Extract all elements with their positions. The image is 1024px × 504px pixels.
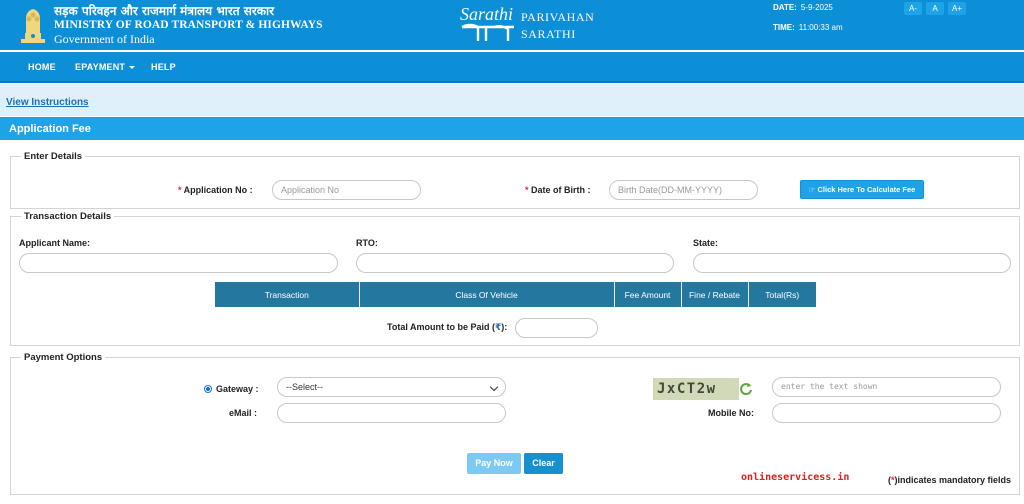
state-label: State:	[693, 238, 719, 248]
payment-options-fieldset: Payment Options Gateway : --Select-- JxC…	[10, 352, 1020, 495]
view-instructions-link[interactable]: View Instructions	[6, 97, 89, 108]
applicant-name-label: Applicant Name:	[19, 238, 91, 248]
pay-now-button[interactable]: Pay Now	[467, 453, 521, 474]
sarathi-logo-text: Sarathi	[460, 4, 513, 24]
gateway-label: Gateway :	[216, 384, 259, 394]
nav-home[interactable]: HOME	[28, 62, 56, 72]
transaction-details-fieldset: Transaction Details Applicant Name: RTO:…	[10, 211, 1020, 346]
state-emblem-icon	[21, 9, 45, 43]
portal-name-line1: PARIVAHAN	[521, 10, 595, 24]
clear-button[interactable]: Clear	[524, 453, 563, 474]
column-header-transaction: Transaction	[215, 282, 360, 307]
date-label: DATE:	[773, 3, 797, 12]
captcha-input[interactable]: enter the text shown	[772, 377, 1001, 397]
column-header-total: Total(Rs)	[748, 282, 816, 307]
mobile-label: Mobile No:	[708, 408, 754, 418]
instructions-bar: View Instructions	[0, 84, 1024, 116]
enter-details-fieldset: Enter Details * Application No : Applica…	[10, 151, 1020, 209]
hand-pointer-icon: ☞	[808, 185, 816, 194]
font-normal-button[interactable]: A	[926, 2, 944, 15]
gateway-selected-value: --Select--	[286, 382, 324, 392]
rto-field	[356, 253, 674, 273]
time-label: TIME:	[773, 23, 795, 32]
application-no-label: * Application No :	[178, 185, 253, 195]
page-title: Application Fee	[0, 117, 1024, 140]
nav-epayment-label: EPAYMENT	[75, 62, 126, 72]
main-nav: HOME EPAYMENT HELP	[0, 52, 1024, 83]
dob-label: * Date of Birth :	[525, 185, 591, 195]
date-value: 5-9-2025	[800, 3, 833, 12]
total-amount-field	[515, 318, 598, 338]
gateway-select[interactable]: --Select--	[277, 377, 506, 397]
refresh-captcha-icon[interactable]	[739, 382, 753, 396]
email-label: eMail :	[229, 408, 258, 418]
font-decrease-button[interactable]: A-	[904, 2, 922, 15]
dob-input[interactable]: Birth Date(DD-MM-YYYY)	[609, 180, 758, 200]
rto-label: RTO:	[356, 238, 378, 248]
total-amount-label: Total Amount to be Paid (₹):	[387, 322, 508, 332]
application-no-input[interactable]: Application No	[272, 180, 421, 200]
date-time-display: DATE: 5-9-2025 TIME: 11:00:33 am	[773, 3, 843, 33]
state-field	[693, 253, 1011, 273]
government-of-india: Government of India	[54, 32, 155, 46]
mandatory-note: (*)indicates mandatory fields	[888, 475, 1012, 485]
gateway-radio[interactable]	[204, 385, 212, 393]
email-input[interactable]	[277, 403, 506, 423]
font-size-controls: A- A A+	[904, 2, 966, 15]
portal-name-line2: SARATHI	[521, 27, 576, 41]
chevron-down-icon	[129, 66, 136, 70]
ministry-name-english: MINISTRY OF ROAD TRANSPORT & HIGHWAYS	[54, 19, 323, 31]
column-header-fine-rebate: Fine / Rebate	[681, 282, 749, 307]
font-increase-button[interactable]: A+	[948, 2, 966, 15]
payment-options-legend: Payment Options	[21, 352, 106, 363]
nav-help[interactable]: HELP	[151, 62, 176, 72]
table-header-row: Transaction Class Of Vehicle Fee Amount …	[215, 282, 816, 307]
column-header-fee-amount: Fee Amount	[614, 282, 682, 307]
transaction-table: Transaction Class Of Vehicle Fee Amount …	[215, 282, 816, 307]
time-value: 11:00:33 am	[798, 23, 843, 32]
chevron-down-icon	[489, 382, 499, 392]
column-header-class-of-vehicle: Class Of Vehicle	[359, 282, 615, 307]
mobile-input[interactable]	[772, 403, 1001, 423]
nav-epayment[interactable]: EPAYMENT	[75, 62, 136, 72]
applicant-name-field	[19, 253, 338, 273]
ministry-block: सड़क परिवहन और राजमार्ग मंत्रालय भारत सर…	[54, 4, 323, 46]
sarathi-logo: Sarathi	[460, 4, 514, 41]
transaction-details-legend: Transaction Details	[21, 211, 115, 222]
site-header: सड़क परिवहन और राजमार्ग मंत्रालय भारत सर…	[0, 0, 1024, 50]
calculate-fee-button[interactable]: ☞ Click Here To Calculate Fee	[800, 180, 924, 199]
watermark-text: onlineservicess.in	[741, 472, 850, 483]
ministry-name-hindi: सड़क परिवहन और राजमार्ग मंत्रालय भारत सर…	[54, 4, 275, 18]
captcha-image: JxCT2w	[653, 378, 739, 400]
enter-details-legend: Enter Details	[21, 151, 86, 162]
portal-name: PARIVAHAN SARATHI	[521, 9, 594, 43]
